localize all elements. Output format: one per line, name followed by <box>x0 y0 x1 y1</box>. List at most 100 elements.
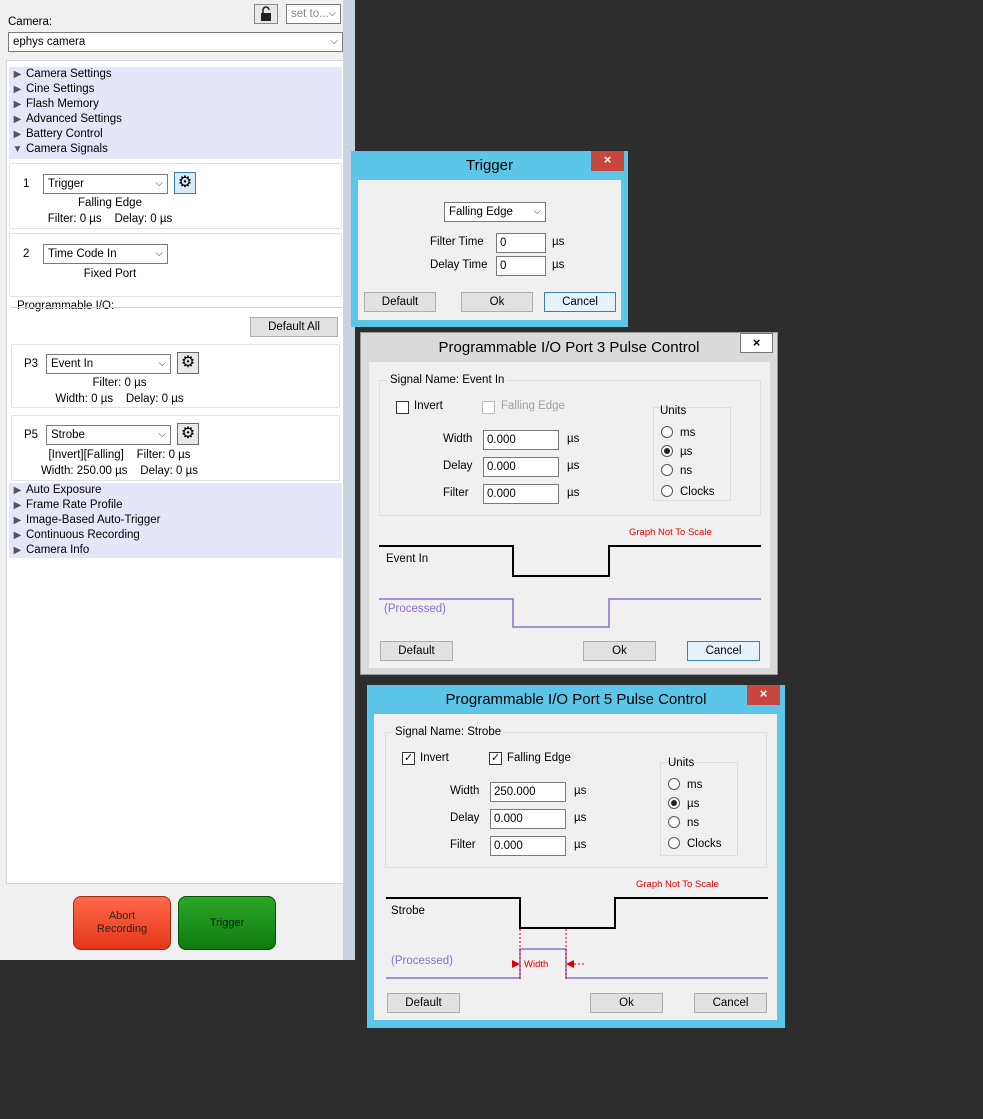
unlock-icon[interactable] <box>254 4 278 24</box>
width-arrow-right <box>566 960 574 968</box>
pulse-graph <box>379 545 761 628</box>
tree-bottom-group: ▶ Auto Exposure ▶ Frame Rate Profile ▶ Imag… <box>9 483 342 558</box>
tree-label: Continuous Recording <box>26 529 140 541</box>
unit-us-radio[interactable] <box>668 797 680 809</box>
falling-edge-checkbox[interactable] <box>482 401 495 414</box>
trigger-button[interactable]: Trigger <box>178 896 276 950</box>
trigger-dialog: Trigger × Falling Edge ⌵ Filter Time 0 µs… <box>351 151 628 327</box>
cancel-button[interactable]: Cancel <box>687 641 760 661</box>
delay-input[interactable]: 0.000 <box>483 457 559 477</box>
ok-button[interactable]: Ok <box>583 641 656 661</box>
set-to-select[interactable]: set to... ⌵ <box>286 4 341 24</box>
signal-1-select[interactable]: Trigger ⌵ <box>43 174 168 194</box>
unit-label: µs <box>567 433 580 445</box>
cancel-button[interactable]: Cancel <box>544 292 616 312</box>
width-marker-label: Width <box>524 959 549 970</box>
close-icon[interactable]: × <box>740 333 773 353</box>
tree-item-auto-exposure[interactable]: ▶ Auto Exposure <box>9 483 102 498</box>
camera-select[interactable]: ephys camera ⌵ <box>8 32 343 52</box>
unit-clocks-radio[interactable] <box>668 837 680 849</box>
camera-panel: Camera: set to... ⌵ ephys camera ⌵ ▶ Camera… <box>0 0 355 960</box>
port-number: P5 <box>24 429 39 441</box>
unit-ns-radio[interactable] <box>661 464 673 476</box>
signal-trace-label: Strobe <box>391 905 425 917</box>
unit-clocks-radio[interactable] <box>661 485 673 497</box>
expand-arrow-icon: ▶ <box>13 99 22 110</box>
port-card-p3: P3 Event In ⌵ ⚙ Filter: 0 µs Width: 0 µs … <box>11 344 340 408</box>
invert-checkbox[interactable] <box>396 401 409 414</box>
close-icon[interactable]: × <box>747 685 780 705</box>
ok-button[interactable]: Ok <box>590 993 663 1013</box>
dialog-body: Signal Name: Event In Invert Falling Edg… <box>369 362 770 668</box>
tree-item-cine-settings[interactable]: ▶ Cine Settings <box>9 82 95 97</box>
gear-icon[interactable]: ⚙ <box>174 172 196 194</box>
unit-ms-radio[interactable] <box>668 778 680 790</box>
invert-label: Invert <box>414 400 443 412</box>
delay-label: Delay <box>443 460 473 472</box>
tree-item-image-based-auto-trigger[interactable]: ▶ Image-Based Auto-Trigger <box>9 513 161 528</box>
gear-icon[interactable]: ⚙ <box>177 352 199 374</box>
camera-select-value: ephys camera <box>13 36 86 48</box>
falling-edge-checkbox[interactable]: ✓ <box>489 752 502 765</box>
tree-item-camera-settings[interactable]: ▶ Camera Settings <box>9 67 112 82</box>
delay-input[interactable]: 0.000 <box>490 809 566 829</box>
select-value: Event In <box>51 358 94 370</box>
default-button[interactable]: Default <box>364 292 436 312</box>
tree-label: Frame Rate Profile <box>26 499 123 511</box>
chevron-down-icon: ⌵ <box>155 178 163 189</box>
port-timing-text: Width: 250.00 µs Delay: 0 µs <box>40 465 199 477</box>
default-button[interactable]: Default <box>387 993 460 1013</box>
unit-us-label: µs <box>687 798 700 810</box>
panel-scrollbar[interactable] <box>343 0 355 960</box>
p5-select[interactable]: Strobe ⌵ <box>46 425 171 445</box>
filter-time-input[interactable]: 0 <box>496 233 546 253</box>
default-all-button[interactable]: Default All <box>250 317 338 337</box>
tree-item-camera-info[interactable]: ▶ Camera Info <box>9 543 90 558</box>
tree-top-group: ▶ Camera Settings ▶ Cine Settings ▶ Flash M… <box>9 67 342 159</box>
cancel-button[interactable]: Cancel <box>694 993 767 1013</box>
expand-arrow-icon: ▶ <box>13 515 22 526</box>
unit-ms-radio[interactable] <box>661 426 673 438</box>
delay-time-input[interactable]: 0 <box>496 256 546 276</box>
ok-button[interactable]: Ok <box>461 292 533 312</box>
filter-input[interactable]: 0.000 <box>490 836 566 856</box>
filter-input[interactable]: 0.000 <box>483 484 559 504</box>
signal-2-select[interactable]: Time Code In ⌵ <box>43 244 168 264</box>
expand-arrow-icon: ▶ <box>13 485 22 496</box>
unit-clocks-label: Clocks <box>680 486 715 498</box>
width-input[interactable]: 250.000 <box>490 782 566 802</box>
unit-us-radio[interactable] <box>661 445 673 457</box>
delay-time-label: Delay Time <box>430 259 488 271</box>
tree-item-frame-rate-profile[interactable]: ▶ Frame Rate Profile <box>9 498 123 513</box>
default-button[interactable]: Default <box>380 641 453 661</box>
abort-recording-button[interactable]: Abort Recording <box>73 896 171 950</box>
select-value: Time Code In <box>48 248 117 260</box>
select-value: Falling Edge <box>449 206 513 218</box>
edge-select[interactable]: Falling Edge ⌵ <box>444 202 546 222</box>
invert-checkbox[interactable]: ✓ <box>402 752 415 765</box>
expand-arrow-icon: ▶ <box>13 84 22 95</box>
tree-item-advanced-settings[interactable]: ▶ Advanced Settings <box>9 112 122 127</box>
invert-label: Invert <box>420 752 449 764</box>
unit-ns-label: ns <box>680 465 693 477</box>
tree-label: Battery Control <box>26 128 103 140</box>
signal-name-label: Signal Name: Strobe <box>393 726 504 738</box>
tree-item-flash-memory[interactable]: ▶ Flash Memory <box>9 97 99 112</box>
gear-icon[interactable]: ⚙ <box>177 423 199 445</box>
tree-item-continuous-recording[interactable]: ▶ Continuous Recording <box>9 528 140 543</box>
unit-label: µs <box>574 785 587 797</box>
tree-item-battery-control[interactable]: ▶ Battery Control <box>9 127 103 142</box>
dialog-title: Trigger <box>466 157 513 174</box>
unit-label: µs <box>567 460 580 472</box>
tree-item-camera-signals[interactable]: ▼ Camera Signals <box>9 142 108 157</box>
unit-ns-radio[interactable] <box>668 816 680 828</box>
falling-edge-label: Falling Edge <box>501 400 565 412</box>
dialog-title: Programmable I/O Port 5 Pulse Control <box>445 691 707 708</box>
units-title: Units <box>660 405 687 417</box>
p3-select[interactable]: Event In ⌵ <box>46 354 171 374</box>
units-title: Units <box>668 757 695 769</box>
width-input[interactable]: 0.000 <box>483 430 559 450</box>
tree-label: Advanced Settings <box>26 113 122 125</box>
width-label: Width <box>450 785 480 797</box>
close-icon[interactable]: × <box>591 151 624 171</box>
